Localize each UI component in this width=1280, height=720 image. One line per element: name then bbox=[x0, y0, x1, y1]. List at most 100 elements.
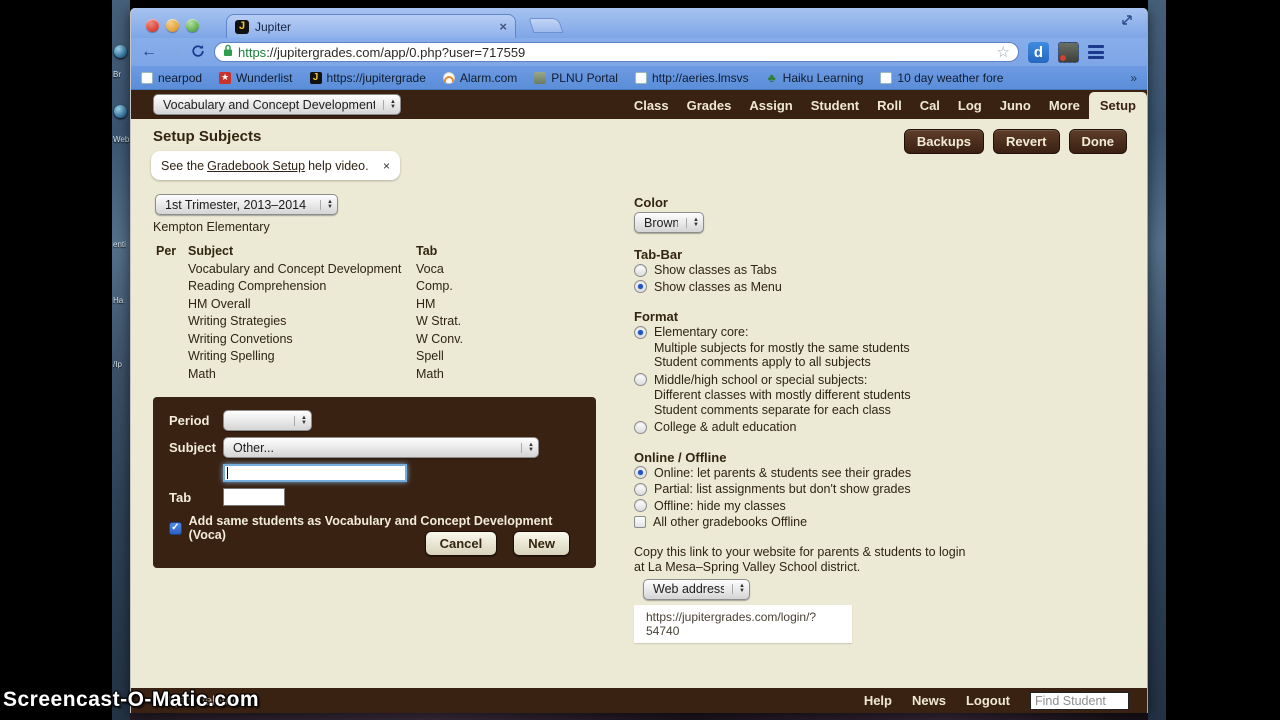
text-caret bbox=[227, 467, 228, 479]
desktop-icon-label: /Ip bbox=[113, 360, 122, 369]
table-row-tab: Comp. bbox=[416, 279, 453, 293]
minimize-window-button[interactable] bbox=[166, 19, 179, 32]
radio-middle-high[interactable] bbox=[634, 373, 647, 387]
table-row-subject[interactable]: Writing Convetions bbox=[188, 332, 416, 350]
screen-recorder-watermark: Screencast-O-Matic.com bbox=[3, 688, 260, 711]
period-label: Period bbox=[169, 413, 210, 428]
period-dropdown[interactable]: ▲ ▼ bbox=[223, 410, 312, 431]
bookmarks-bar: nearpod ★ Wunderlist Jhttps://jupitergrad… bbox=[131, 66, 1147, 90]
radio-classes-as-menu[interactable] bbox=[634, 280, 647, 294]
nav-item-juno[interactable]: Juno bbox=[991, 92, 1040, 119]
wunderlist-icon: ★ bbox=[219, 71, 232, 84]
nav-item-setup-active[interactable]: Setup bbox=[1088, 92, 1147, 119]
bookmark-star-icon[interactable]: ☆ bbox=[997, 45, 1010, 60]
backups-button[interactable]: Backups bbox=[903, 129, 985, 154]
nav-item-cal[interactable]: Cal bbox=[911, 92, 949, 119]
radio-offline[interactable] bbox=[634, 499, 647, 513]
table-row-tab: Voca bbox=[416, 261, 444, 276]
desktop-right-sliver bbox=[1148, 0, 1166, 720]
alarm-icon bbox=[442, 71, 455, 84]
help-link[interactable]: Help bbox=[864, 693, 892, 708]
same-students-checkbox[interactable]: ✓ bbox=[169, 521, 182, 535]
nav-item-assign[interactable]: Assign bbox=[740, 92, 801, 119]
radio-classes-as-tabs[interactable] bbox=[634, 263, 647, 277]
select-stepper-icon: ▲ ▼ bbox=[320, 199, 333, 210]
tab-name-input[interactable] bbox=[223, 488, 285, 506]
bookmark-weather[interactable]: 10 day weather fore bbox=[880, 71, 1003, 85]
bookmark-nearpod[interactable]: nearpod bbox=[141, 71, 202, 85]
copy-link-text-line1: Copy this link to your website for paren… bbox=[634, 544, 966, 559]
format-subline: Student comments separate for each class bbox=[654, 402, 891, 417]
browser-tab[interactable]: J Jupiter × bbox=[226, 14, 516, 38]
done-button[interactable]: Done bbox=[1068, 129, 1127, 154]
subjects-table: Per Subject Tab Vocabulary and Concept D… bbox=[156, 244, 486, 384]
revert-button[interactable]: Revert bbox=[993, 129, 1060, 154]
login-link-box[interactable]: https://jupitergrades.com/login/?54740 bbox=[634, 604, 852, 643]
news-link[interactable]: News bbox=[912, 693, 946, 708]
radio-college-adult[interactable] bbox=[634, 420, 647, 434]
radio-partial[interactable] bbox=[634, 482, 647, 496]
bookmark-wunderlist[interactable]: ★ Wunderlist bbox=[219, 71, 293, 85]
cancel-button[interactable]: Cancel bbox=[424, 531, 498, 556]
subject-dropdown[interactable]: Other... ▲ ▼ bbox=[223, 437, 539, 458]
desktop-left-sliver: Br Web enti Ha /Ip bbox=[112, 0, 130, 720]
bookmark-haiku[interactable]: ♣ Haiku Learning bbox=[766, 71, 864, 85]
zoom-window-button[interactable] bbox=[186, 19, 199, 32]
desktop-icon bbox=[114, 45, 127, 58]
avatar-extension-icon[interactable] bbox=[1058, 41, 1079, 63]
table-row-subject[interactable]: Writing Strategies bbox=[188, 314, 416, 332]
nav-item-roll[interactable]: Roll bbox=[868, 92, 911, 119]
d-extension-icon[interactable]: d bbox=[1028, 41, 1049, 63]
url-bar[interactable]: https://jupitergrades.com/app/0.php?user… bbox=[214, 42, 1019, 62]
refresh-button[interactable] bbox=[191, 44, 205, 61]
bookmark-plnu[interactable]: PLNU Portal bbox=[534, 71, 618, 85]
web-address-dropdown[interactable]: Web address ▲ ▼ bbox=[643, 578, 750, 600]
haiku-tree-icon: ♣ bbox=[767, 70, 776, 85]
expand-window-icon[interactable] bbox=[1121, 14, 1133, 29]
desktop-icon-label: Web bbox=[113, 135, 130, 144]
table-row-subject[interactable]: Reading Comprehension bbox=[188, 279, 416, 297]
url-rest: ://jupitergrades.com/app/0.php?user=7175… bbox=[266, 44, 526, 60]
bookmark-jupitergrades[interactable]: Jhttps://jupitergrade bbox=[309, 71, 426, 85]
banner-close-icon[interactable]: × bbox=[383, 159, 390, 173]
logout-link[interactable]: Logout bbox=[966, 693, 1010, 708]
color-heading: Color bbox=[634, 195, 668, 210]
select-stepper-icon: ▲ ▼ bbox=[686, 217, 699, 228]
format-subline: Multiple subjects for mostly the same st… bbox=[654, 340, 910, 355]
chrome-menu-icon[interactable] bbox=[1088, 45, 1104, 59]
nav-item-student[interactable]: Student bbox=[802, 92, 868, 119]
nav-item-log[interactable]: Log bbox=[949, 92, 991, 119]
back-button[interactable]: ← bbox=[141, 44, 157, 60]
format-heading: Format bbox=[634, 309, 679, 324]
subject-name-input[interactable] bbox=[223, 464, 407, 482]
class-selector-dropdown[interactable]: Vocabulary and Concept Development ▲ ▼ bbox=[153, 94, 401, 115]
checkbox-all-other-offline[interactable] bbox=[634, 516, 646, 529]
bookmarks-overflow-icon[interactable]: » bbox=[1130, 71, 1137, 85]
new-tab-button[interactable] bbox=[528, 18, 564, 33]
gradebook-setup-link[interactable]: Gradebook Setup bbox=[207, 159, 305, 173]
desktop-icon-label: enti bbox=[113, 240, 126, 249]
table-row-tab: Math bbox=[416, 366, 444, 381]
radio-online[interactable] bbox=[634, 466, 647, 480]
new-button[interactable]: New bbox=[513, 531, 570, 556]
table-cell-per bbox=[156, 367, 188, 385]
find-student-input[interactable]: Find Student bbox=[1030, 691, 1129, 710]
table-row-subject[interactable]: Writing Spelling bbox=[188, 349, 416, 367]
bookmark-alarm[interactable]: Alarm.com bbox=[442, 71, 517, 85]
table-row-subject[interactable]: Math bbox=[188, 367, 416, 385]
bookmark-aeries[interactable]: http://aeries.lmsvs bbox=[634, 71, 749, 85]
table-row-subject[interactable]: HM Overall bbox=[188, 297, 416, 315]
tab-close-icon[interactable]: × bbox=[499, 19, 507, 34]
page-icon bbox=[141, 71, 153, 84]
nav-item-grades[interactable]: Grades bbox=[678, 92, 741, 119]
forward-button[interactable]: → bbox=[166, 44, 182, 60]
nav-item-more[interactable]: More bbox=[1040, 92, 1089, 119]
table-row-subject[interactable]: Vocabulary and Concept Development bbox=[188, 262, 416, 280]
select-stepper-icon: ▲ ▼ bbox=[521, 442, 534, 453]
nav-item-class[interactable]: Class bbox=[625, 92, 678, 119]
term-dropdown[interactable]: 1st Trimester, 2013–2014 ▲ ▼ bbox=[155, 194, 338, 215]
close-window-button[interactable] bbox=[146, 19, 159, 32]
radio-elementary-core[interactable] bbox=[634, 325, 647, 339]
select-stepper-icon: ▲ ▼ bbox=[732, 583, 745, 594]
color-dropdown[interactable]: Brown ▲ ▼ bbox=[634, 212, 704, 233]
